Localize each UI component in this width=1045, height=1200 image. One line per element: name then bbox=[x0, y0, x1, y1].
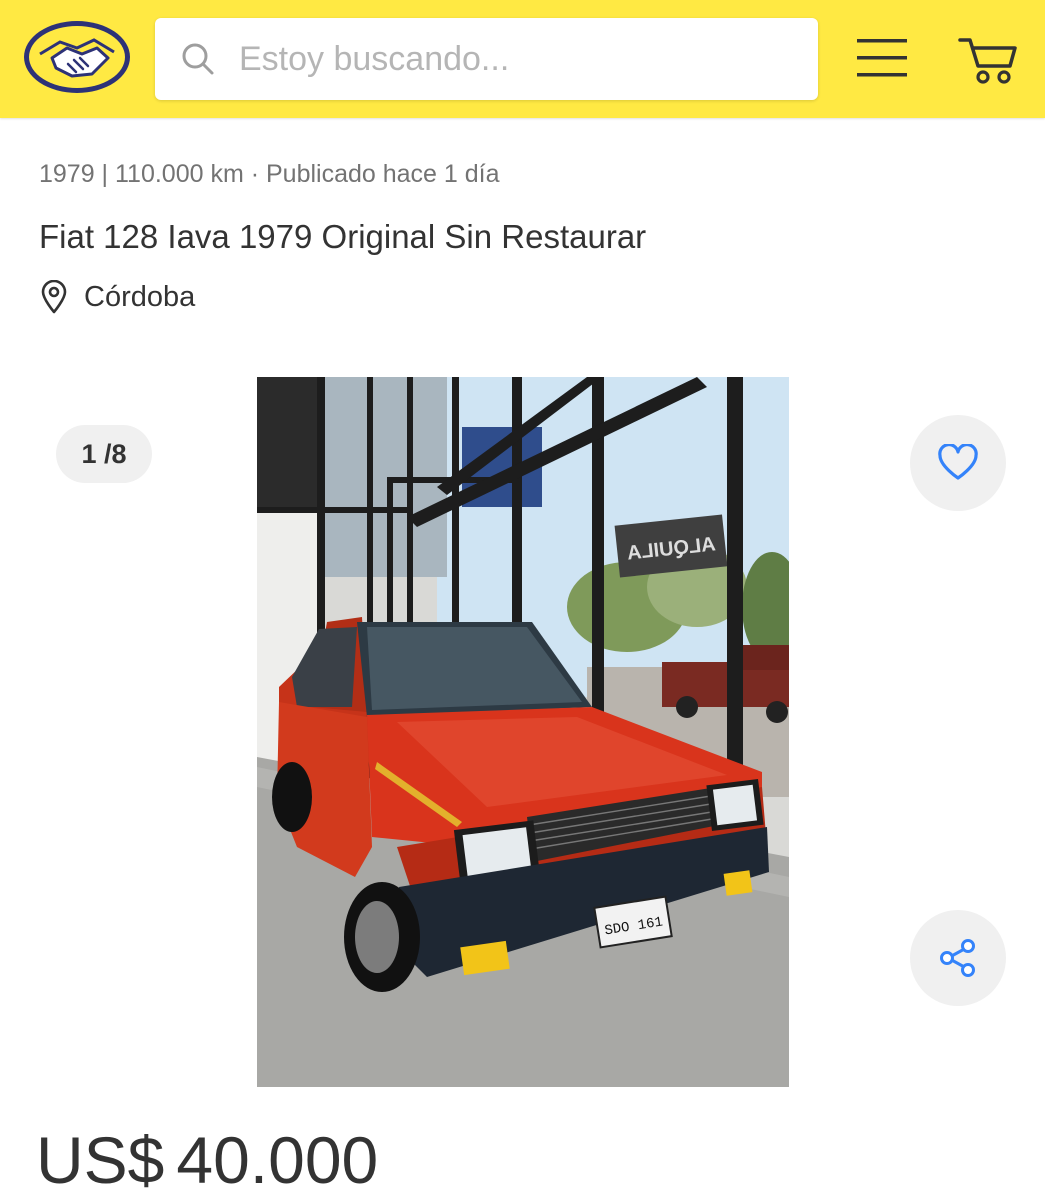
gallery-counter: 1 /8 bbox=[56, 425, 152, 483]
mercadolibre-logo[interactable] bbox=[22, 18, 132, 96]
listing-photo[interactable]: ALQUILA SDO 161 bbox=[257, 377, 789, 1087]
heart-icon bbox=[938, 444, 978, 480]
listing-location: Córdoba bbox=[40, 280, 195, 314]
top-bar bbox=[0, 0, 1045, 118]
search-input[interactable] bbox=[237, 38, 761, 80]
share-button[interactable] bbox=[910, 910, 1006, 1006]
cart-icon bbox=[958, 38, 1017, 84]
favorite-button[interactable] bbox=[910, 415, 1006, 511]
listing-title: Fiat 128 Iava 1979 Original Sin Restaura… bbox=[39, 218, 647, 255]
search-icon bbox=[182, 43, 214, 75]
location-pin-icon bbox=[41, 280, 67, 314]
listing-meta: 1979 | 110.000 km · Publicado hace 1 día bbox=[39, 160, 500, 188]
handshake-logo-icon bbox=[24, 21, 130, 93]
location-label: Córdoba bbox=[84, 280, 196, 313]
price-currency: US$ bbox=[36, 1123, 165, 1197]
car-photo-image: ALQUILA SDO 161 bbox=[257, 377, 789, 1087]
price-amount: 40.000 bbox=[176, 1123, 379, 1197]
listing-price: US$ 40.000 bbox=[36, 1122, 378, 1198]
hamburger-menu-icon bbox=[857, 39, 907, 77]
share-icon bbox=[940, 939, 975, 977]
cart-button[interactable] bbox=[958, 36, 1018, 86]
menu-button[interactable] bbox=[855, 36, 909, 80]
search-bar[interactable] bbox=[155, 18, 818, 100]
